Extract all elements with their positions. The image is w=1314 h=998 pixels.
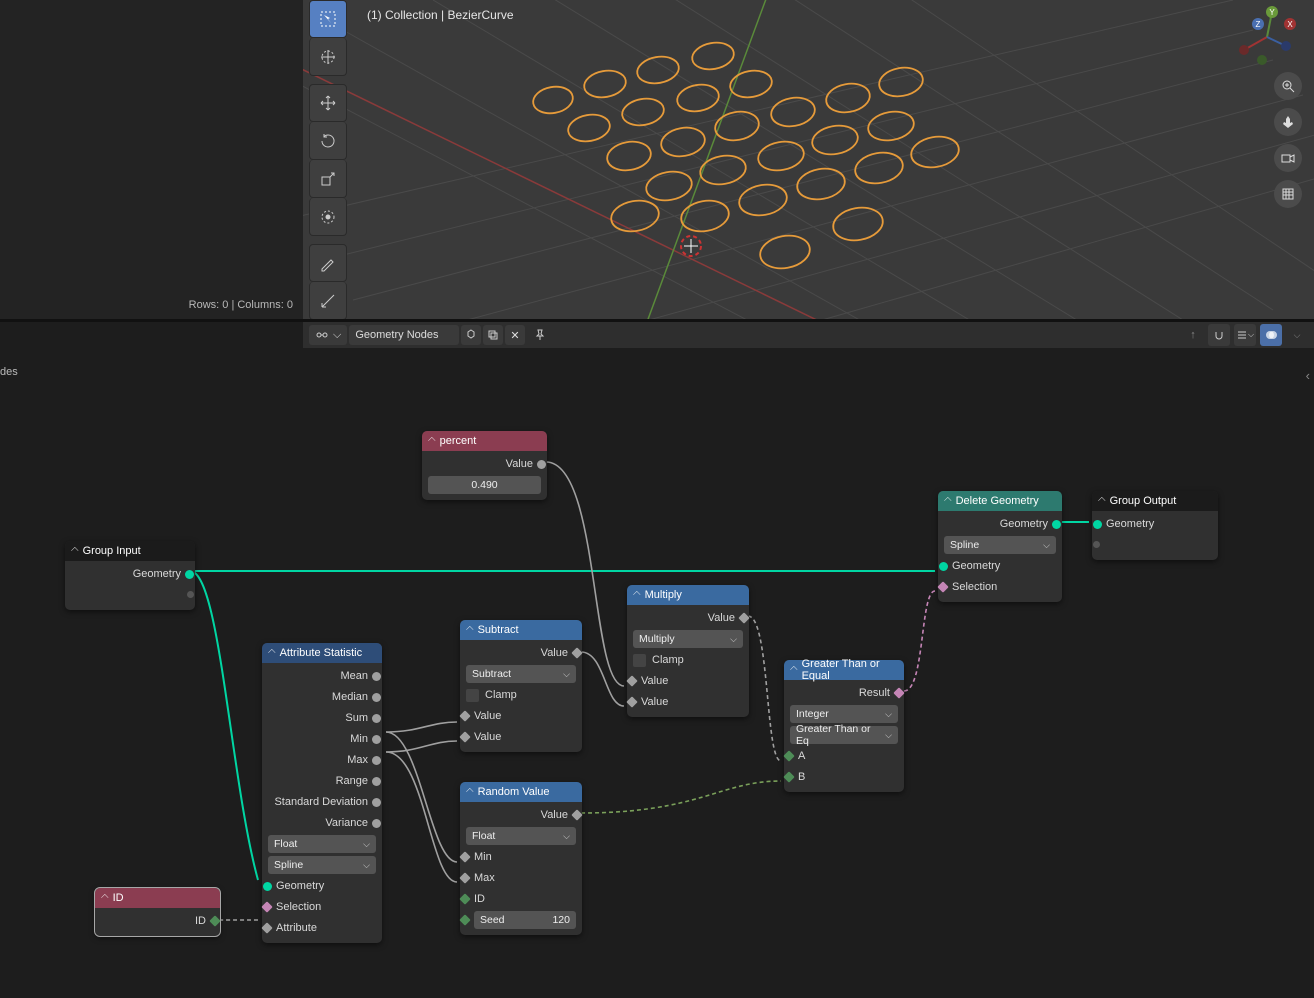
svg-text:Y: Y: [1269, 8, 1275, 17]
domain-dropdown[interactable]: Spline: [268, 856, 376, 874]
svg-text:Z: Z: [1256, 20, 1261, 29]
parent-tree-button[interactable]: ↑: [1182, 324, 1204, 346]
compare-op-dropdown[interactable]: Greater Than or Eq: [790, 726, 898, 744]
node-random-value[interactable]: Random Value Value Float Min Max ID Seed…: [460, 782, 582, 935]
clamp-checkbox[interactable]: Clamp: [466, 686, 576, 704]
node-greater-than-or-equal[interactable]: Greater Than or Equal Result Integer Gre…: [784, 660, 904, 792]
duplicate-button[interactable]: [483, 325, 503, 345]
nav-gizmo[interactable]: X Y Z: [1232, 2, 1302, 72]
sidebar-toggle-icon[interactable]: ‹: [1306, 368, 1310, 383]
svg-text:X: X: [1287, 20, 1293, 29]
object-breadcrumb: (1) Collection | BezierCurve: [367, 8, 514, 22]
pan-icon[interactable]: [1274, 108, 1302, 136]
select-box-tool[interactable]: [309, 0, 347, 38]
seed-field[interactable]: Seed120: [474, 911, 576, 929]
compare-type-dropdown[interactable]: Integer: [790, 705, 898, 723]
scale-tool[interactable]: [309, 160, 347, 198]
viewport-scene: [303, 0, 1314, 319]
ortho-icon[interactable]: [1274, 180, 1302, 208]
node-delete-geometry[interactable]: Delete Geometry Geometry Spline Geometry…: [938, 491, 1062, 602]
tree-path-partial: des: [0, 366, 18, 378]
node-group-output[interactable]: Group Output Geometry: [1092, 491, 1218, 560]
node-tree-name[interactable]: Geometry Nodes: [349, 325, 459, 345]
random-type-dropdown[interactable]: Float: [466, 827, 576, 845]
node-attribute-statistic[interactable]: Attribute Statistic Mean Median Sum Min …: [262, 643, 382, 943]
camera-icon[interactable]: [1274, 144, 1302, 172]
zoom-icon[interactable]: [1274, 72, 1302, 100]
clamp-checkbox[interactable]: Clamp: [633, 651, 743, 669]
transform-tool[interactable]: [309, 198, 347, 236]
fake-user-button[interactable]: [461, 325, 481, 345]
rotate-tool[interactable]: [309, 122, 347, 160]
node-multiply[interactable]: Multiply Value Multiply Clamp Value Valu…: [627, 585, 749, 717]
annotate-tool[interactable]: [309, 244, 347, 282]
node-editor-header: ⌵ Geometry Nodes ✕: [303, 322, 1314, 348]
move-tool[interactable]: [309, 84, 347, 122]
math-op-dropdown[interactable]: Multiply: [633, 630, 743, 648]
editor-type-button[interactable]: ⌵: [309, 325, 347, 345]
snap-button[interactable]: [1208, 324, 1230, 346]
spreadsheet-panel: Rows: 0 | Columns: 0: [0, 0, 303, 319]
viewport-toolbar: [309, 0, 349, 319]
percent-value-field[interactable]: 0.490: [428, 476, 541, 494]
node-id[interactable]: ID ID: [95, 888, 220, 936]
datatype-dropdown[interactable]: Float: [268, 835, 376, 853]
node-percent[interactable]: percent Value 0.490: [422, 431, 547, 500]
cursor-tool[interactable]: [309, 38, 347, 76]
spreadsheet-footer: Rows: 0 | Columns: 0: [189, 299, 293, 311]
node-group-input[interactable]: Group Input Geometry: [65, 541, 195, 610]
pin-button[interactable]: [527, 325, 553, 345]
3d-viewport[interactable]: (1) Collection | BezierCurve X Y Z: [303, 0, 1314, 319]
node-subtract[interactable]: Subtract Value Subtract Clamp Value Valu…: [460, 620, 582, 752]
measure-tool[interactable]: [309, 282, 347, 319]
snap-mode-button[interactable]: ⌵: [1234, 324, 1256, 346]
node-editor[interactable]: des ‹ Group Input Geometry: [0, 348, 1314, 998]
unlink-button[interactable]: ✕: [505, 325, 524, 345]
math-op-dropdown[interactable]: Subtract: [466, 665, 576, 683]
delete-domain-dropdown[interactable]: Spline: [944, 536, 1056, 554]
overlay-options-button[interactable]: ⌵: [1286, 324, 1308, 346]
overlay-button[interactable]: [1260, 324, 1282, 346]
